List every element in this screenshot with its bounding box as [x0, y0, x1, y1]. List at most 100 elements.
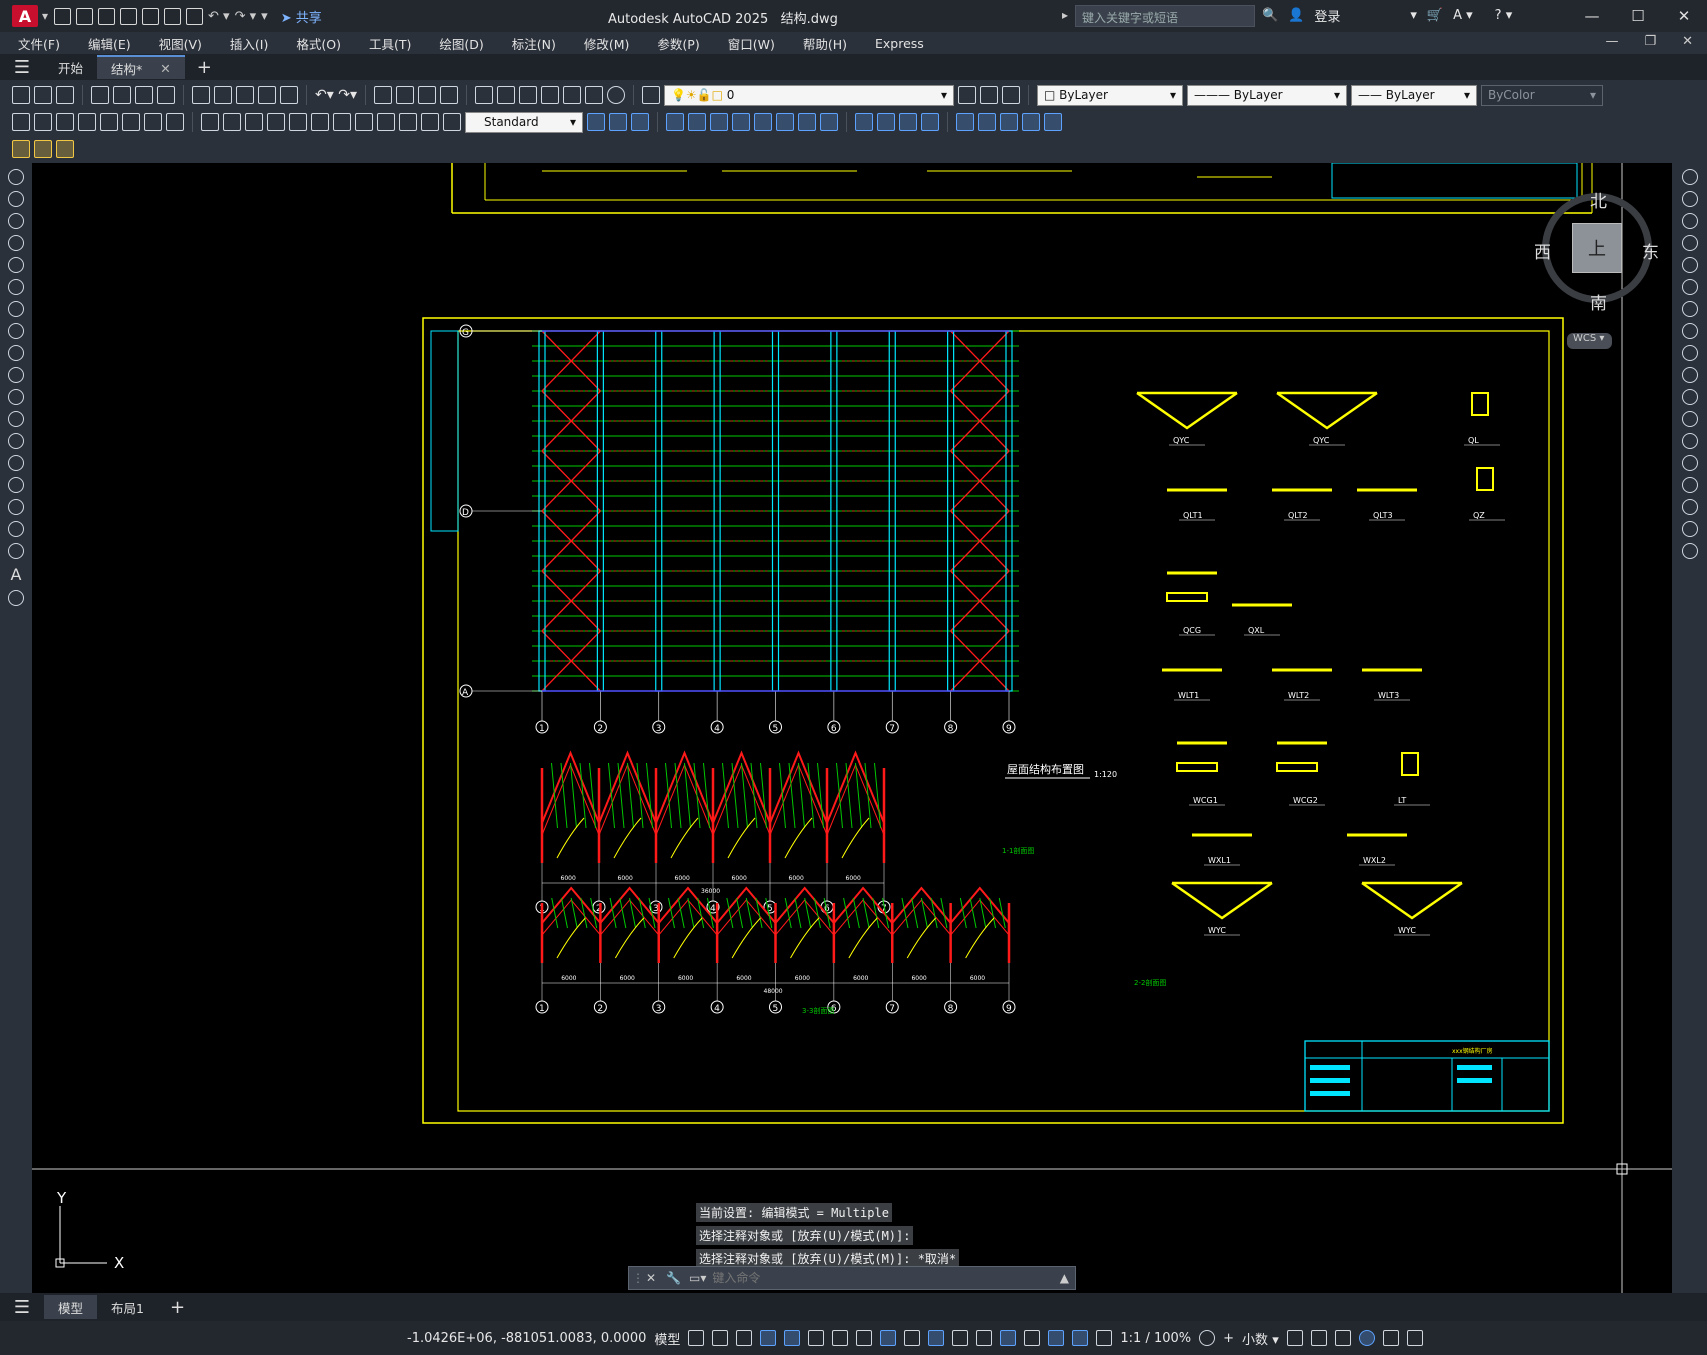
command-prompt-icon[interactable]: ▭▾: [689, 1271, 706, 1285]
add-selected-icon[interactable]: [8, 590, 24, 606]
rotate-3d-icon[interactable]: [978, 113, 996, 131]
dim-text-edit-icon[interactable]: [421, 113, 439, 131]
revision-cloud-icon[interactable]: [8, 323, 24, 339]
explode-icon[interactable]: [1681, 543, 1698, 559]
viewcube[interactable]: 上 北 南 西 东: [1532, 183, 1662, 314]
minimize-icon[interactable]: —: [1569, 0, 1615, 32]
snap-icon[interactable]: [712, 1330, 729, 1346]
dim-style-dropdown[interactable]: Standard ▾: [465, 111, 583, 133]
doc-minimize-icon[interactable]: —: [1605, 34, 1618, 49]
offset-icon[interactable]: [1681, 235, 1698, 251]
presspull-icon[interactable]: [820, 113, 838, 131]
menu-item[interactable]: 绘图(D): [439, 34, 483, 53]
ellipse-arc-icon[interactable]: [8, 389, 24, 405]
subtract-icon[interactable]: [776, 113, 794, 131]
menu-item[interactable]: 编辑(E): [88, 34, 131, 53]
dim-edit-icon[interactable]: [399, 113, 417, 131]
menu-item[interactable]: 插入(I): [230, 34, 268, 53]
grid-icon[interactable]: [688, 1330, 705, 1346]
ellipse-icon[interactable]: [8, 367, 24, 383]
box-icon[interactable]: [587, 113, 605, 131]
dynamic-ucs-icon[interactable]: [1000, 1330, 1017, 1346]
menu-item[interactable]: 参数(P): [657, 34, 699, 53]
inspect-icon[interactable]: [355, 113, 373, 131]
extend-icon[interactable]: [1681, 389, 1698, 405]
radius-dim-icon[interactable]: [100, 113, 118, 131]
selection-filter-icon[interactable]: [1024, 1330, 1041, 1346]
clean-screen-icon[interactable]: [1382, 1330, 1399, 1346]
menu-item[interactable]: 标注(N): [512, 34, 556, 53]
pan-icon[interactable]: [373, 86, 392, 104]
gizmo-icon[interactable]: [1048, 1330, 1065, 1346]
isodraft-icon[interactable]: [832, 1330, 849, 1346]
match-properties-icon[interactable]: [258, 86, 276, 104]
layer-previous-icon[interactable]: [979, 86, 998, 104]
insert-block-icon[interactable]: [8, 411, 24, 427]
lineweight-toggle-icon[interactable]: [904, 1330, 921, 1346]
app-menu-chevron-icon[interactable]: ▾: [42, 9, 48, 23]
copy-icon[interactable]: [214, 86, 232, 104]
rotate-icon[interactable]: [1681, 301, 1698, 317]
revolve-icon[interactable]: [688, 113, 706, 131]
point-icon[interactable]: [8, 455, 24, 471]
fillet-icon[interactable]: [1681, 499, 1698, 515]
model-space-button[interactable]: 模型: [654, 1329, 680, 1348]
polyline-icon[interactable]: [8, 213, 24, 229]
annotation-visibility-icon[interactable]: [1072, 1330, 1089, 1346]
coordinates-readout[interactable]: -1.0426E+06, -881051.0083, 0.0000: [407, 1331, 646, 1346]
move-3d-icon[interactable]: [956, 113, 974, 131]
search-input[interactable]: 键入关键字或短语: [1075, 5, 1255, 27]
extrude-icon[interactable]: [666, 113, 684, 131]
line-icon[interactable]: [8, 169, 24, 185]
command-close-icon[interactable]: ✕: [646, 1271, 656, 1285]
annotate-icon[interactable]: [12, 140, 30, 158]
ortho-icon[interactable]: [784, 1330, 801, 1346]
thicken-icon[interactable]: [877, 113, 895, 131]
sheet-set-icon[interactable]: [540, 86, 559, 104]
transparency-icon[interactable]: [928, 1330, 945, 1346]
tool-palettes-icon[interactable]: [518, 86, 537, 104]
menu-item[interactable]: 帮助(H): [803, 34, 847, 53]
erase-icon[interactable]: [1681, 169, 1698, 185]
graphics-performance-icon[interactable]: [1358, 1330, 1375, 1346]
intersect-icon[interactable]: [798, 113, 816, 131]
annotation-monitor-icon[interactable]: +: [1223, 1331, 1234, 1346]
properties-icon[interactable]: [474, 86, 493, 104]
annotation-scale[interactable]: 1:1 / 100%: [1120, 1331, 1191, 1346]
close-icon[interactable]: ✕: [1661, 0, 1707, 32]
dynamic-input-icon[interactable]: [760, 1330, 777, 1346]
compass-east[interactable]: 东: [1642, 238, 1659, 263]
publish-icon[interactable]: [142, 7, 160, 25]
tab-close-icon[interactable]: ✕: [160, 61, 170, 76]
circle-icon[interactable]: [8, 301, 24, 317]
zoom-previous-icon[interactable]: [439, 86, 458, 104]
cut-icon[interactable]: [192, 86, 210, 104]
3d-print-icon[interactable]: [157, 86, 175, 104]
make-block-icon[interactable]: [8, 433, 24, 449]
saveas-icon[interactable]: [120, 7, 138, 25]
loft-icon[interactable]: [732, 113, 750, 131]
join-icon[interactable]: [1681, 455, 1698, 471]
infer-icon[interactable]: [736, 1330, 753, 1346]
object-snap-icon[interactable]: [880, 1330, 897, 1346]
layer-state-icon[interactable]: [1001, 86, 1020, 104]
mirror-icon[interactable]: [1681, 213, 1698, 229]
menu-item[interactable]: 文件(F): [18, 34, 60, 53]
linear-dim-icon[interactable]: [12, 113, 30, 131]
tab-start[interactable]: 开始: [44, 55, 97, 79]
break-icon[interactable]: [1681, 433, 1698, 449]
slice-icon[interactable]: [855, 113, 873, 131]
design-center-icon[interactable]: [496, 86, 515, 104]
spline-icon[interactable]: [8, 345, 24, 361]
menu-item[interactable]: 视图(V): [159, 34, 202, 53]
tab-structure[interactable]: 结构* ✕: [97, 55, 185, 79]
open-icon[interactable]: [76, 7, 94, 25]
dim-space-icon[interactable]: [267, 113, 285, 131]
center-mark-icon[interactable]: [333, 113, 351, 131]
doc-close-icon[interactable]: ✕: [1682, 34, 1693, 49]
tolerance-icon[interactable]: [311, 113, 329, 131]
layers-stack-icon[interactable]: [56, 140, 74, 158]
viewcube-face[interactable]: 上: [1572, 223, 1622, 273]
command-customize-icon[interactable]: 🔧: [666, 1271, 681, 1285]
sweep-icon[interactable]: [710, 113, 728, 131]
